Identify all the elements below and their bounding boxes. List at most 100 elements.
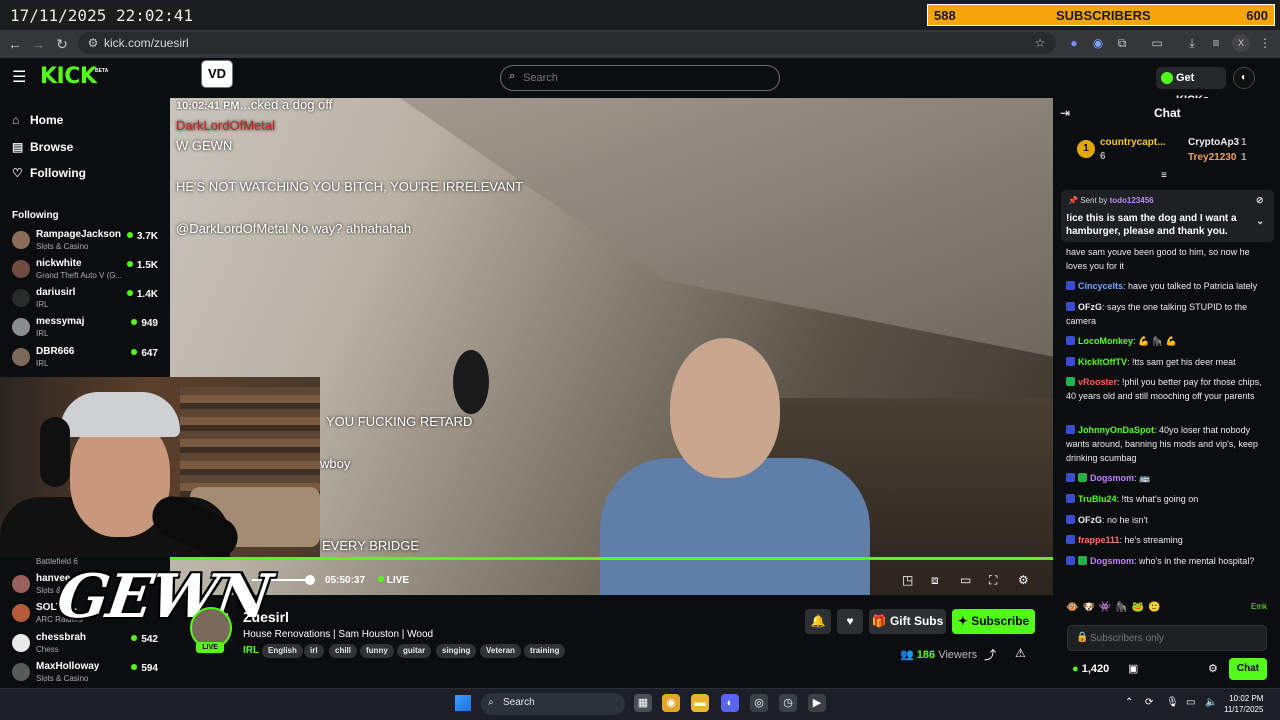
forward-arrow-icon[interactable]: → (28, 34, 48, 54)
clip-icon[interactable]: ⧈ (931, 573, 939, 588)
chrome-icon[interactable]: ◉ (662, 694, 680, 712)
taskbar-search[interactable]: ⌕ Search (481, 693, 625, 715)
chat-username[interactable]: TruBlu24 (1078, 494, 1117, 504)
stream-tag[interactable]: Veteran (480, 644, 521, 658)
volume-slider-handle[interactable] (305, 575, 315, 585)
stream-tag[interactable]: chill (329, 644, 358, 658)
notification-bell-icon[interactable]: 🔔 (805, 609, 831, 634)
tray-clock[interactable]: 10:02 PM 11/17/2025 (1224, 693, 1263, 715)
channel-points[interactable]: ● 1,420 (1072, 663, 1109, 675)
pinned-sender[interactable]: todo123456 (1110, 196, 1154, 205)
sidebar-item-browse[interactable]: ▤ Browse (12, 140, 73, 156)
following-channel[interactable]: chessbrah Chess 542 (12, 631, 162, 657)
following-channel[interactable]: messymaj IRL 949 (12, 315, 162, 341)
address-bar[interactable] (78, 32, 1056, 54)
chevron-down-icon[interactable]: ⌄ (1256, 216, 1264, 227)
speaker-icon[interactable]: 🔈 (1205, 697, 1217, 708)
gift-subs-button[interactable]: 🎁 Gift Subs (869, 609, 946, 634)
following-channel[interactable]: RampageJackson Slots & Casino 3.7K (12, 228, 162, 254)
chat-username[interactable]: frappe111 (1078, 535, 1120, 545)
chat-input[interactable] (1090, 631, 1260, 645)
menu-dots-icon[interactable]: ⋮ (1256, 34, 1274, 52)
following-channel[interactable]: DBR666 IRL 647 (12, 345, 162, 371)
search-icon: ⌕ (509, 70, 516, 82)
chat-username[interactable]: LocoMonkey (1078, 336, 1133, 346)
queue-icon[interactable]: ≡ (1207, 34, 1225, 52)
chat-username[interactable]: JohnnyOnDaSpot (1078, 425, 1154, 435)
discord-icon[interactable]: ◐ (721, 694, 739, 712)
windows-start-icon[interactable] (455, 695, 471, 711)
collapse-chat-icon[interactable]: ⇥ (1060, 106, 1070, 120)
search-input[interactable] (523, 70, 763, 86)
chat-settings-gear-icon[interactable]: ⚙ (1208, 662, 1218, 675)
media-player-icon[interactable]: ▶ (808, 694, 826, 712)
bookmark-star-icon[interactable]: ☆ (1031, 34, 1049, 52)
sync-icon[interactable]: ⟳ (1145, 697, 1153, 708)
leaderboard-name[interactable]: countrycapt... (1100, 137, 1166, 148)
tray-chevron-up-icon[interactable]: ⌃ (1125, 697, 1133, 708)
monitor-icon[interactable]: ▭ (1186, 697, 1195, 708)
channel-logo[interactable]: VD (201, 60, 233, 88)
stream-tag[interactable]: funny (360, 644, 394, 658)
chat-send-button[interactable]: Chat (1229, 658, 1267, 680)
reload-icon[interactable]: ↻ (52, 34, 72, 54)
hamburger-menu-icon[interactable]: ☰ (12, 69, 30, 87)
stream-tag[interactable]: singing (436, 644, 477, 658)
category-link[interactable]: IRL (243, 645, 259, 656)
theater-mode-icon[interactable]: ▭ (960, 573, 971, 587)
clock-app-icon[interactable]: ◷ (779, 694, 797, 712)
puzzle-icon[interactable]: ⧉ (1113, 34, 1131, 52)
fullscreen-icon[interactable]: ⛶ (989, 573, 997, 588)
subscribe-button[interactable]: ✦ Subscribe (952, 609, 1035, 634)
user-profile-icon[interactable]: ◐ (1233, 67, 1255, 89)
mini-player-icon[interactable]: ◳ (902, 573, 913, 587)
report-warning-icon[interactable]: ⚠ (1015, 646, 1026, 660)
rewards-store-icon[interactable]: ▣ (1128, 662, 1138, 675)
task-view-icon[interactable]: ▦ (634, 694, 652, 712)
chat-username[interactable]: OFzG (1078, 302, 1102, 312)
profile-avatar[interactable]: X (1232, 34, 1250, 52)
video-progress-bar[interactable] (170, 557, 1053, 560)
emote-icons[interactable]: 🐵🐶👾🦍🐸🙂 (1066, 602, 1165, 613)
hide-pinned-icon[interactable]: ⊘ (1256, 195, 1264, 206)
stream-tag[interactable]: English (262, 644, 303, 658)
sidebar-item-following[interactable]: ♡ Following (12, 166, 86, 182)
following-channel[interactable]: dariusirl IRL 1.4K (12, 286, 162, 312)
extension-icon[interactable]: ◉ (1089, 34, 1107, 52)
emote-bar[interactable]: 🐵🐶👾🦍🐸🙂 Emk (1066, 602, 1271, 616)
emote-text[interactable]: Emk (1251, 602, 1267, 611)
kick-logo[interactable]: KICK (40, 64, 97, 89)
back-arrow-icon[interactable]: ← (5, 34, 25, 54)
following-channel[interactable]: MaxHolloway Slots & Casino 594 (12, 660, 162, 686)
chat-username[interactable]: OFzG (1078, 515, 1102, 525)
leaderboard-name[interactable]: Trey21230 (1188, 152, 1236, 163)
site-info-icon[interactable]: ⚙ (84, 34, 102, 52)
chat-username[interactable]: Cincycelts (1078, 281, 1123, 291)
file-explorer-icon[interactable]: ▬ (691, 694, 709, 712)
obs-icon[interactable]: ◎ (750, 694, 768, 712)
chat-message-text: !tts what's going on (1121, 494, 1199, 504)
stream-tag[interactable]: training (524, 644, 566, 658)
chat-input-box[interactable]: 🔒 (1067, 625, 1267, 651)
stream-tag[interactable]: irl (304, 644, 324, 658)
get-kicks-button[interactable]: Get KICKs (1156, 67, 1226, 106)
channel-name: messymaj (36, 316, 85, 327)
extension-icon[interactable]: ● (1065, 34, 1083, 52)
share-icon[interactable]: ⤴ (984, 646, 996, 663)
chat-username[interactable]: Dogsmom (1090, 556, 1134, 566)
stream-tag[interactable]: guitar (397, 644, 432, 658)
leaderboard-name[interactable]: CryptoAp3 (1188, 137, 1239, 148)
chat-username[interactable]: Dogsmom (1090, 473, 1134, 483)
settings-gear-icon[interactable]: ⚙ (1018, 573, 1029, 587)
follow-heart-icon[interactable]: ♥ (837, 609, 863, 634)
download-icon[interactable]: ⤓ (1183, 34, 1201, 52)
expand-leaderboard-icon[interactable]: ≡ (1161, 170, 1167, 181)
following-channel[interactable]: nickwhite Grand Theft Auto V (G... 1.5K (12, 257, 162, 283)
microphone-icon[interactable]: 🎙 (1166, 697, 1179, 708)
chat-username[interactable]: vRooster (1078, 377, 1117, 387)
search-box[interactable]: ⌕ (500, 65, 780, 91)
channel-name-heading[interactable]: Zuesirl (243, 609, 289, 625)
chat-username[interactable]: KickItOffTV (1078, 357, 1127, 367)
sidebar-item-home[interactable]: ⌂ Home (12, 113, 63, 129)
tab-search-icon[interactable]: ▭ (1148, 34, 1166, 52)
